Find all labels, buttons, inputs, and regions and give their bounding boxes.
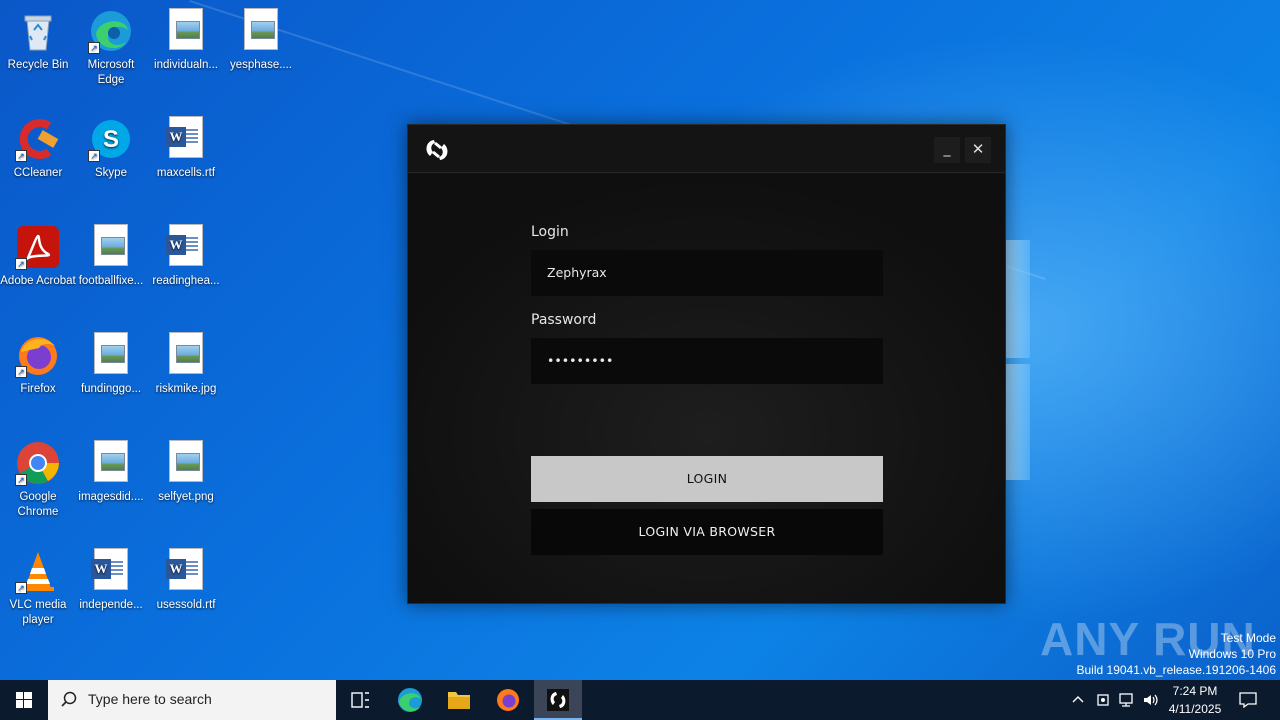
login-input[interactable]: Zephyrax xyxy=(531,250,883,296)
login-button[interactable]: LOGIN xyxy=(531,456,883,502)
desktop-icon-file[interactable]: fundinggo... xyxy=(73,328,149,397)
taskbar-login-app[interactable] xyxy=(534,680,582,720)
word-file-icon: W xyxy=(163,116,209,162)
desktop-icon-skype[interactable]: S ↗ Skype xyxy=(73,112,149,181)
minimize-button[interactable]: _ xyxy=(934,137,960,163)
windows-start-icon xyxy=(16,692,32,708)
search-icon xyxy=(61,691,77,707)
login-via-browser-button[interactable]: LOGIN VIA BROWSER xyxy=(531,509,883,555)
device-icon[interactable] xyxy=(1095,692,1111,708)
ccleaner-icon: ↗ xyxy=(15,116,61,162)
taskbar: Type here to search 7:24 PM 4/11/2025 xyxy=(0,680,1280,720)
task-view-icon xyxy=(351,692,369,708)
desktop-icon-label: fundinggo... xyxy=(80,383,142,395)
image-file-icon xyxy=(88,332,134,378)
taskbar-search-box[interactable]: Type here to search xyxy=(48,680,336,720)
desktop-icon-label: usessold.rtf xyxy=(156,599,216,611)
desktop-icon-label: maxcells.rtf xyxy=(156,167,216,179)
desktop-icon-firefox[interactable]: ↗ Firefox xyxy=(0,328,76,397)
desktop-icon-label: individualn... xyxy=(154,59,218,71)
app-logo-icon xyxy=(547,689,569,711)
recycle-bin-icon xyxy=(15,8,61,54)
chrome-icon: ↗ xyxy=(15,440,61,486)
svg-text:S: S xyxy=(103,126,119,153)
desktop-icon-label: CCleaner xyxy=(13,167,63,179)
task-view-button[interactable] xyxy=(336,680,384,720)
desktop-icon-label: Recycle Bin xyxy=(7,59,69,71)
clock-date[interactable]: 4/11/2025 xyxy=(1160,702,1230,716)
search-placeholder: Type here to search xyxy=(88,691,212,707)
chevron-up-icon[interactable] xyxy=(1070,692,1086,708)
image-file-icon xyxy=(163,8,209,54)
taskbar-edge[interactable] xyxy=(386,680,434,720)
desktop-icon-file[interactable]: W maxcells.rtf xyxy=(148,112,224,181)
desktop-icon-label: independe... xyxy=(79,599,143,611)
image-file-icon xyxy=(88,224,134,270)
edge-icon xyxy=(398,688,422,712)
image-file-icon xyxy=(238,8,284,54)
volume-icon[interactable] xyxy=(1142,692,1160,708)
image-file-icon xyxy=(163,332,209,378)
network-icon[interactable] xyxy=(1118,692,1136,708)
windows-wallpaper-logo xyxy=(1002,240,1030,480)
firefox-icon xyxy=(497,689,519,711)
app-logo-icon xyxy=(422,137,452,163)
desktop-icon-vlc[interactable]: ↗ VLC media player xyxy=(0,544,76,628)
desktop-icon-file[interactable]: imagesdid.... xyxy=(73,436,149,505)
taskbar-firefox[interactable] xyxy=(484,680,532,720)
word-file-icon: W xyxy=(163,224,209,270)
image-file-icon xyxy=(163,440,209,486)
word-file-icon: W xyxy=(163,548,209,594)
desktop-icon-label: Microsoft Edge xyxy=(87,59,135,86)
desktop-icon-file[interactable]: selfyet.png xyxy=(148,436,224,505)
desktop-icon-label: readinghea... xyxy=(152,275,220,287)
desktop-icon-label: imagesdid.... xyxy=(78,491,144,503)
test-mode-text: Test Mode xyxy=(1220,631,1276,645)
desktop-icon-label: Adobe Acrobat xyxy=(0,275,76,287)
edge-icon: ↗ xyxy=(88,8,134,54)
desktop-icon-label: yesphase.... xyxy=(229,59,292,71)
password-label: Password xyxy=(531,312,597,328)
desktop-icon-label: Firefox xyxy=(20,383,56,395)
desktop-icon-label: riskmike.jpg xyxy=(155,383,217,395)
acrobat-icon: ↗ xyxy=(15,224,61,270)
login-label: Login xyxy=(531,224,569,240)
desktop-icon-ccleaner[interactable]: ↗ CCleaner xyxy=(0,112,76,181)
desktop-icon-chrome[interactable]: ↗ Google Chrome xyxy=(0,436,76,520)
start-button[interactable] xyxy=(0,680,48,720)
login-form: Login Zephyrax Password ••••••••• LOGIN … xyxy=(408,174,1005,603)
folder-icon xyxy=(448,692,470,709)
close-button[interactable]: ✕ xyxy=(965,137,991,163)
notifications-icon[interactable] xyxy=(1238,691,1258,709)
clock-time[interactable]: 7:24 PM xyxy=(1160,684,1230,698)
desktop-icon-file[interactable]: riskmike.jpg xyxy=(148,328,224,397)
desktop-icon-label: selfyet.png xyxy=(158,491,214,503)
desktop-icon-file[interactable]: individualn... xyxy=(148,4,224,73)
skype-icon: S ↗ xyxy=(88,116,134,162)
desktop-icon-label: Google Chrome xyxy=(17,491,59,518)
test-mode-notice: Test Mode Windows 10 Pro Build 19041.vb_… xyxy=(1077,630,1277,678)
desktop-icon-recycle-bin[interactable]: Recycle Bin xyxy=(0,4,76,73)
desktop-icon-file[interactable]: yesphase.... xyxy=(223,4,299,73)
login-app-window: _ ✕ Login Zephyrax Password ••••••••• LO… xyxy=(407,124,1006,604)
desktop-icon-file[interactable]: W readinghea... xyxy=(148,220,224,289)
desktop-icon-label: VLC media player xyxy=(9,599,67,626)
password-input[interactable]: ••••••••• xyxy=(531,338,883,384)
desktop-icon-file[interactable]: W usessold.rtf xyxy=(148,544,224,613)
title-bar[interactable]: _ ✕ xyxy=(408,125,1005,173)
build-text: Build 19041.vb_release.191206-1406 xyxy=(1076,663,1277,677)
desktop-icon-label: footballfixe... xyxy=(78,275,144,287)
word-file-icon: W xyxy=(88,548,134,594)
desktop-icon-edge[interactable]: ↗ Microsoft Edge xyxy=(73,4,149,88)
firefox-icon: ↗ xyxy=(15,332,61,378)
windows-edition-text: Windows 10 Pro xyxy=(1188,647,1276,661)
desktop-icon-acrobat[interactable]: ↗ Adobe Acrobat xyxy=(0,220,76,289)
image-file-icon xyxy=(88,440,134,486)
desktop-icon-file[interactable]: footballfixe... xyxy=(73,220,149,289)
taskbar-file-explorer[interactable] xyxy=(435,680,483,720)
desktop-icon-label: Skype xyxy=(95,167,127,179)
desktop-icon-file[interactable]: W independe... xyxy=(73,544,149,613)
vlc-icon: ↗ xyxy=(15,548,61,594)
